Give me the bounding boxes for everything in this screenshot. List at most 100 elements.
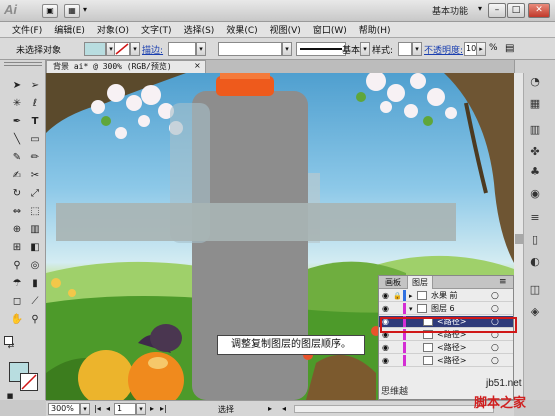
visibility-eye-icon[interactable]: ◉ — [382, 303, 389, 315]
brush-definition[interactable] — [296, 42, 346, 56]
slice-tool-icon[interactable]: ⟋ — [27, 294, 43, 310]
variable-width-field[interactable] — [218, 42, 282, 56]
arrange-documents-icon[interactable]: ▦ — [64, 4, 80, 18]
eyedropper-tool-icon[interactable]: ⚲ — [9, 258, 25, 274]
document-tab[interactable]: 背景 ai* @ 300% (RGB/预览) — [46, 60, 206, 73]
mesh-tool-icon[interactable]: ⊞ — [9, 240, 25, 256]
minimize-button[interactable]: – — [488, 3, 506, 18]
color-guide-icon[interactable]: ▦ — [527, 96, 543, 112]
page-field[interactable]: 1 — [114, 403, 136, 415]
menu-window[interactable]: 窗口(W) — [307, 23, 353, 36]
lasso-tool-icon[interactable]: ℓ — [27, 96, 43, 112]
next-page-icon[interactable]: ▸ — [150, 404, 154, 413]
line-tool-icon[interactable]: ╲ — [9, 132, 25, 148]
chevron-down-icon[interactable]: ▾ — [360, 42, 370, 56]
scroll-left-icon[interactable]: ◂ — [282, 404, 286, 413]
layer-row[interactable]: ◉ <路径> ○ — [379, 355, 513, 367]
menu-file[interactable]: 文件(F) — [6, 23, 48, 36]
fill-color-swatch[interactable] — [84, 42, 106, 56]
chevron-down-icon[interactable]: ▾ — [130, 42, 140, 56]
close-icon[interactable]: × — [194, 60, 201, 72]
chevron-down-icon[interactable]: ▾ — [196, 42, 206, 56]
perspective-grid-tool-icon[interactable]: ▥ — [27, 222, 43, 238]
layer-name[interactable]: 水果 前 — [431, 290, 458, 302]
menu-select[interactable]: 选择(S) — [178, 23, 221, 36]
scrollbar-thumb[interactable] — [515, 234, 523, 244]
type-tool-icon[interactable]: T — [27, 114, 43, 130]
panel-menu-icon[interactable]: ≡ — [499, 277, 507, 287]
layer-name[interactable]: <路径> — [437, 342, 466, 354]
zoom-field[interactable]: 300% — [48, 403, 80, 415]
menu-help[interactable]: 帮助(H) — [353, 23, 397, 36]
target-circle-icon[interactable]: ○ — [491, 290, 499, 302]
column-graph-tool-icon[interactable]: ▮ — [27, 276, 43, 292]
target-circle-icon[interactable]: ○ — [491, 355, 499, 367]
free-transform-tool-icon[interactable]: ⬚ — [27, 204, 43, 220]
shape-builder-tool-icon[interactable]: ⊕ — [9, 222, 25, 238]
visibility-eye-icon[interactable]: ◉ — [382, 355, 389, 367]
paintbrush-tool-icon[interactable]: ✎ — [9, 150, 25, 166]
pen-tool-icon[interactable]: ✒ — [9, 114, 25, 130]
scissors-tool-icon[interactable]: ✂ — [27, 168, 43, 184]
first-page-icon[interactable]: |◂ — [94, 404, 101, 413]
horizontal-scrollbar[interactable] — [294, 405, 494, 413]
previous-page-icon[interactable]: ◂ — [106, 404, 110, 413]
menu-view[interactable]: 视图(V) — [264, 23, 307, 36]
close-button[interactable]: ✕ — [528, 3, 550, 18]
stroke-panel-icon[interactable]: ≡ — [527, 210, 543, 226]
symbols-panel-icon[interactable]: ♣ — [527, 164, 543, 180]
chevron-down-icon[interactable]: ▾ — [412, 42, 422, 56]
magic-wand-tool-icon[interactable]: ✳ — [9, 96, 25, 112]
brushes-panel-icon[interactable]: ✤ — [527, 144, 543, 160]
menu-object[interactable]: 对象(O) — [91, 23, 135, 36]
expand-arrow-icon[interactable]: ▸ — [409, 290, 413, 302]
layers-panel-icon[interactable]: ◈ — [527, 304, 543, 320]
rotate-tool-icon[interactable]: ↻ — [9, 186, 25, 202]
width-tool-icon[interactable]: ⇔ — [9, 204, 25, 220]
rectangle-tool-icon[interactable]: ▭ — [27, 132, 43, 148]
visibility-eye-icon[interactable]: ◉ — [382, 342, 389, 354]
opacity-label[interactable]: 不透明度: — [424, 43, 463, 56]
target-circle-icon[interactable]: ○ — [491, 342, 499, 354]
lock-icon[interactable]: 🔒 — [393, 290, 402, 301]
layer-name[interactable]: <路径> — [437, 355, 466, 367]
symbol-sprayer-tool-icon[interactable]: ☂ — [9, 276, 25, 292]
visibility-eye-icon[interactable]: ◉ — [382, 290, 389, 302]
chevron-down-icon[interactable]: ▾ — [83, 5, 87, 14]
artboard-tool-icon[interactable]: ◻ — [9, 294, 25, 310]
expand-arrow-icon[interactable]: ▾ — [409, 303, 413, 315]
chevron-down-icon[interactable]: ▾ — [282, 42, 292, 56]
hand-tool-icon[interactable]: ✋ — [9, 312, 25, 328]
gradient-panel-icon[interactable]: ▯ — [527, 232, 543, 248]
tab-layers[interactable]: 图层 — [407, 276, 433, 289]
status-arrow-icon[interactable]: ▸ — [268, 404, 272, 413]
color-mode-icon[interactable]: ■ — [4, 392, 16, 400]
blend-tool-icon[interactable]: ◎ — [27, 258, 43, 274]
direct-selection-tool-icon[interactable]: ➢ — [27, 78, 43, 94]
menu-edit[interactable]: 编辑(E) — [48, 23, 91, 36]
style-swatch[interactable] — [398, 42, 412, 56]
stroke-color-swatch[interactable] — [20, 373, 38, 391]
chevron-down-icon[interactable]: ▾ — [478, 4, 482, 13]
graphic-styles-icon[interactable]: ◉ — [527, 186, 543, 202]
chevron-down-icon[interactable]: ▾ — [80, 403, 90, 415]
blob-brush-tool-icon[interactable]: ✍ — [9, 168, 25, 184]
scale-tool-icon[interactable]: ⤢ — [27, 186, 43, 202]
color-panel-icon[interactable]: ◔ — [527, 74, 543, 90]
selection-tool-icon[interactable]: ➤ — [9, 78, 25, 94]
appearance-panel-icon[interactable]: ◫ — [527, 282, 543, 298]
swatches-panel-icon[interactable]: ▥ — [527, 122, 543, 138]
layer-row[interactable]: ◉ <路径> ○ — [379, 342, 513, 354]
gradient-tool-icon[interactable]: ◧ — [27, 240, 43, 256]
stroke-weight-field[interactable] — [168, 42, 196, 56]
pencil-tool-icon[interactable]: ✏ — [27, 150, 43, 166]
layer-row[interactable]: ◉ 🔒 ▸ 水果 前 ○ — [379, 290, 513, 302]
menu-effect[interactable]: 效果(C) — [220, 23, 263, 36]
stroke-color-swatch[interactable] — [114, 42, 130, 56]
target-circle-icon[interactable]: ○ — [491, 303, 499, 315]
layer-name[interactable]: 图层 6 — [431, 303, 455, 315]
menu-type[interactable]: 文字(T) — [135, 23, 178, 36]
chevron-down-icon[interactable]: ▾ — [136, 403, 146, 415]
chevron-right-icon[interactable]: ▸ — [476, 42, 486, 56]
maximize-button[interactable]: □ — [507, 3, 525, 18]
